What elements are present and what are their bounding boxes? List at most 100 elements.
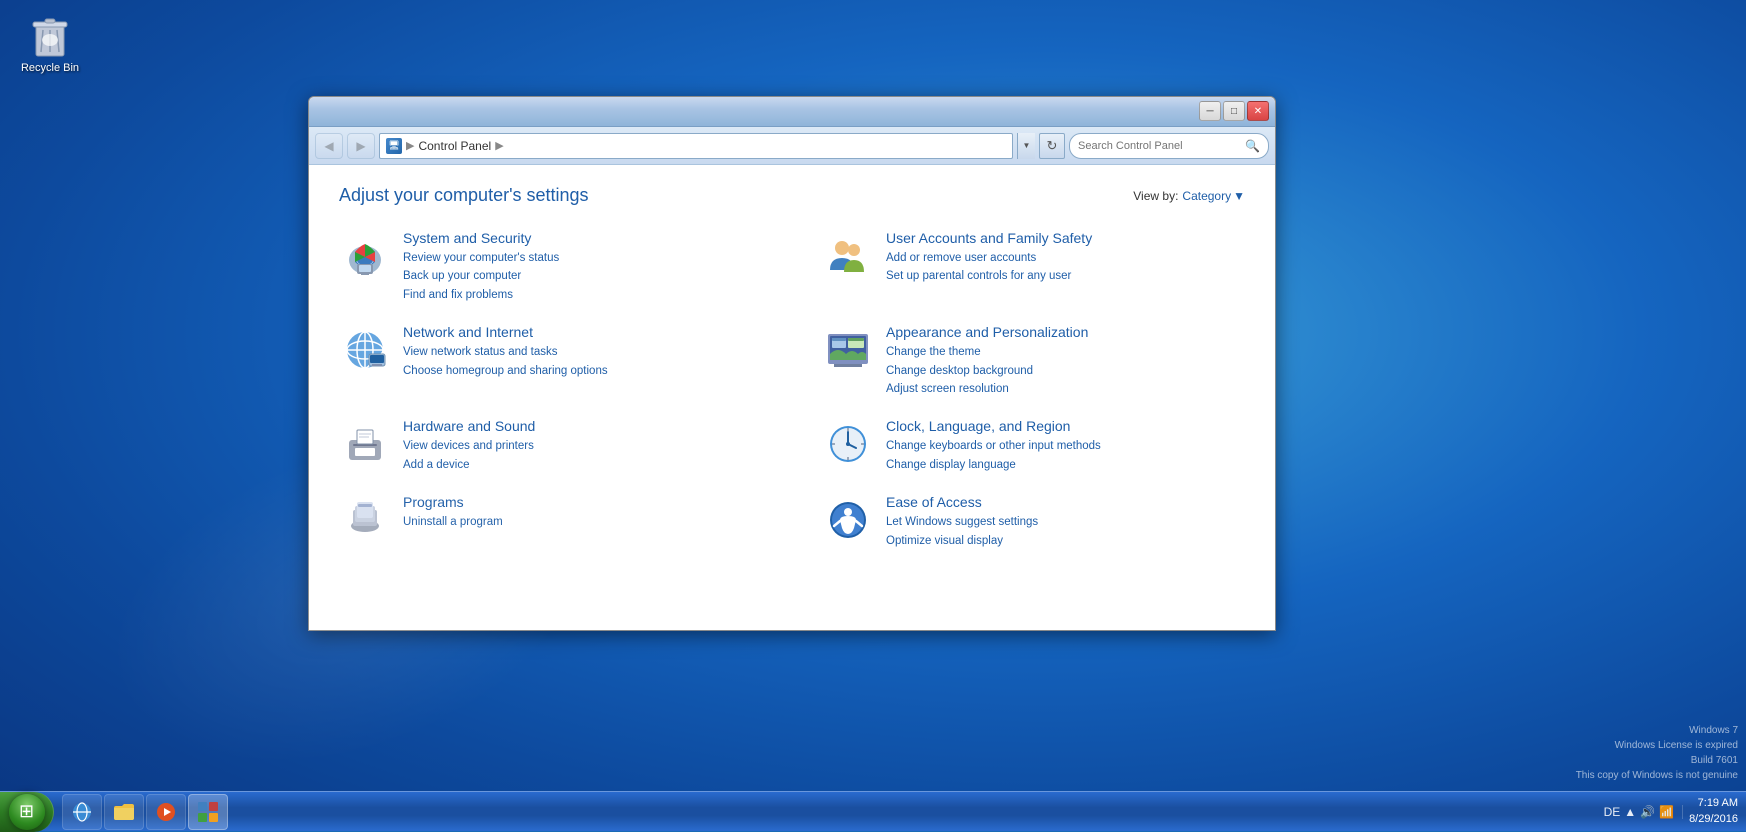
category-ease-access: Ease of Access Let Windows suggest setti… <box>822 494 1245 550</box>
programs-title[interactable]: Programs <box>403 494 762 510</box>
hardware-link-1[interactable]: Add a device <box>403 456 762 474</box>
category-appearance: Appearance and Personalization Change th… <box>822 324 1245 398</box>
watermark-line3: Build 7601 <box>1576 753 1738 768</box>
appearance-link-1[interactable]: Change desktop background <box>886 362 1245 380</box>
hardware-icon <box>339 418 391 470</box>
hardware-link-0[interactable]: View devices and printers <box>403 437 762 455</box>
system-security-link-2[interactable]: Find and fix problems <box>403 286 762 304</box>
start-orb: ⊞ <box>9 794 45 830</box>
network-icon <box>339 324 391 376</box>
refresh-button[interactable]: ↻ <box>1039 133 1065 159</box>
search-input[interactable] <box>1078 140 1241 152</box>
clock-content: Clock, Language, and Region Change keybo… <box>886 418 1245 474</box>
view-by-dropdown[interactable]: Category ▼ <box>1182 189 1245 203</box>
taskbar-media[interactable] <box>146 794 186 830</box>
nav-bar: ◀ ▶ 🖥 ▶ Control Panel ▶ ▼ ↻ 🔍 <box>309 127 1275 165</box>
taskbar: ⊞ <box>0 791 1746 831</box>
view-by: View by: Category ▼ <box>1133 189 1245 203</box>
tray-icons: DE ▲ 🔊 📶 <box>1604 805 1683 819</box>
category-user-accounts: User Accounts and Family Safety Add or r… <box>822 230 1245 304</box>
address-arrow: ▶ <box>495 139 503 152</box>
ease-access-icon <box>822 494 874 546</box>
user-accounts-link-1[interactable]: Set up parental controls for any user <box>886 267 1245 285</box>
search-icon[interactable]: 🔍 <box>1245 139 1260 153</box>
window-controls: ─ □ ✕ <box>1199 101 1269 121</box>
folder-icon <box>112 800 136 824</box>
user-accounts-title[interactable]: User Accounts and Family Safety <box>886 230 1245 246</box>
address-bar[interactable]: 🖥 ▶ Control Panel ▶ <box>379 133 1013 159</box>
system-clock[interactable]: 7:19 AM 8/29/2016 <box>1689 796 1738 827</box>
control-panel-window: ─ □ ✕ ◀ ▶ 🖥 ▶ Control Panel ▶ ▼ ↻ 🔍 <box>308 96 1276 631</box>
recycle-bin-svg <box>26 10 74 58</box>
title-bar: ─ □ ✕ <box>309 97 1275 127</box>
taskbar-ie[interactable] <box>62 794 102 830</box>
minimize-button[interactable]: ─ <box>1199 101 1221 121</box>
view-by-value: Category <box>1182 189 1231 203</box>
forward-button[interactable]: ▶ <box>347 133 375 159</box>
watermark-line1: Windows 7 <box>1576 723 1738 738</box>
content-area: Adjust your computer's settings View by:… <box>309 165 1275 630</box>
clock-link-1[interactable]: Change display language <box>886 456 1245 474</box>
hardware-title[interactable]: Hardware and Sound <box>403 418 762 434</box>
taskbar-items <box>58 794 1596 830</box>
network-title[interactable]: Network and Internet <box>403 324 762 340</box>
clock-title[interactable]: Clock, Language, and Region <box>886 418 1245 434</box>
taskbar-folder[interactable] <box>104 794 144 830</box>
back-button[interactable]: ◀ <box>315 133 343 159</box>
category-network: Network and Internet View network status… <box>339 324 762 398</box>
network-link-1[interactable]: Choose homegroup and sharing options <box>403 362 762 380</box>
win7-watermark: Windows 7 Windows License is expired Bui… <box>1576 723 1738 783</box>
volume-icon[interactable]: 🔊 <box>1640 805 1655 819</box>
desktop: Recycle Bin ─ □ ✕ ◀ ▶ 🖥 ▶ Control Panel … <box>0 0 1746 831</box>
system-security-link-0[interactable]: Review your computer's status <box>403 249 762 267</box>
address-icon: 🖥 <box>386 138 402 154</box>
maximize-button[interactable]: □ <box>1223 101 1245 121</box>
clock-time: 7:19 AM <box>1689 796 1738 811</box>
content-header: Adjust your computer's settings View by:… <box>339 185 1245 206</box>
appearance-link-2[interactable]: Adjust screen resolution <box>886 380 1245 398</box>
system-security-icon <box>339 230 391 282</box>
category-hardware: Hardware and Sound View devices and prin… <box>339 418 762 474</box>
recycle-bin-label: Recycle Bin <box>21 62 79 74</box>
network-content: Network and Internet View network status… <box>403 324 762 380</box>
address-text: Control Panel <box>418 139 491 153</box>
system-security-content: System and Security Review your computer… <box>403 230 762 304</box>
ease-access-title[interactable]: Ease of Access <box>886 494 1245 510</box>
taskbar-control-panel[interactable] <box>188 794 228 830</box>
address-dropdown[interactable]: ▼ <box>1017 133 1035 159</box>
search-bar[interactable]: 🔍 <box>1069 133 1269 159</box>
system-security-title[interactable]: System and Security <box>403 230 762 246</box>
appearance-link-0[interactable]: Change the theme <box>886 343 1245 361</box>
view-by-label: View by: <box>1133 189 1178 203</box>
ease-access-link-0[interactable]: Let Windows suggest settings <box>886 513 1245 531</box>
clock-date: 8/29/2016 <box>1689 812 1738 827</box>
programs-icon <box>339 494 391 546</box>
clock-link-0[interactable]: Change keyboards or other input methods <box>886 437 1245 455</box>
start-button[interactable]: ⊞ <box>0 792 54 832</box>
view-by-arrow: ▼ <box>1233 189 1245 203</box>
category-grid: System and Security Review your computer… <box>339 230 1245 550</box>
recycle-bin-icon[interactable]: Recycle Bin <box>15 10 85 74</box>
category-system-security: System and Security Review your computer… <box>339 230 762 304</box>
address-separator: ▶ <box>406 139 414 152</box>
appearance-icon <box>822 324 874 376</box>
user-accounts-icon <box>822 230 874 282</box>
watermark-line4: This copy of Windows is not genuine <box>1576 768 1738 783</box>
appearance-content: Appearance and Personalization Change th… <box>886 324 1245 398</box>
system-security-link-1[interactable]: Back up your computer <box>403 267 762 285</box>
clock-icon <box>822 418 874 470</box>
hardware-content: Hardware and Sound View devices and prin… <box>403 418 762 474</box>
programs-link-0[interactable]: Uninstall a program <box>403 513 762 531</box>
network-link-0[interactable]: View network status and tasks <box>403 343 762 361</box>
content-title: Adjust your computer's settings <box>339 185 589 206</box>
network-tray-icon[interactable]: 📶 <box>1659 805 1674 819</box>
close-button[interactable]: ✕ <box>1247 101 1269 121</box>
user-accounts-link-0[interactable]: Add or remove user accounts <box>886 249 1245 267</box>
user-accounts-content: User Accounts and Family Safety Add or r… <box>886 230 1245 286</box>
control-panel-taskbar-icon <box>196 800 220 824</box>
tray-arrow[interactable]: ▲ <box>1624 805 1636 819</box>
programs-content: Programs Uninstall a program <box>403 494 762 531</box>
ease-access-link-1[interactable]: Optimize visual display <box>886 532 1245 550</box>
language-indicator[interactable]: DE <box>1604 805 1621 819</box>
appearance-title[interactable]: Appearance and Personalization <box>886 324 1245 340</box>
